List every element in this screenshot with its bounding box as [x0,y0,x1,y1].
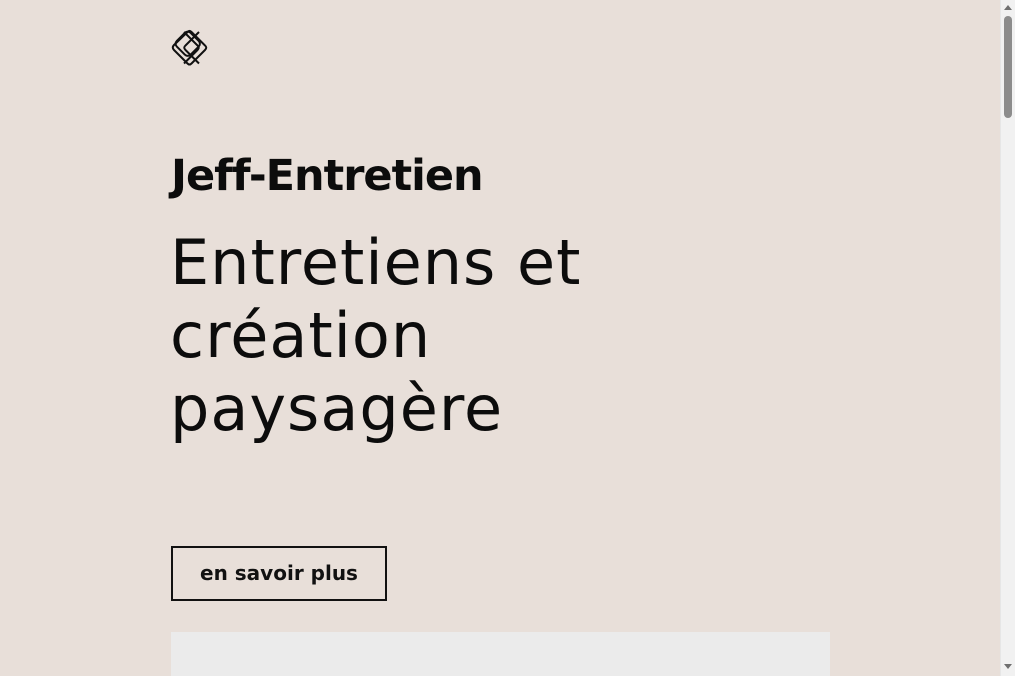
hero-headline: Entretiens et création paysagère [170,226,690,445]
scrollbar-thumb[interactable] [1004,16,1012,118]
headline-line-2: création [170,299,432,372]
brand-name: Jeff-Entretien [171,151,484,201]
headline-line-3: paysagère [170,372,504,445]
headline-line-1: Entretiens et [170,226,582,299]
media-panel [171,632,830,676]
vertical-scrollbar[interactable] [1000,0,1015,676]
learn-more-button[interactable]: en savoir plus [171,546,387,601]
landing-page: Jeff-Entretien Entretiens et création pa… [0,0,1000,676]
scroll-up-arrow-icon[interactable] [1004,5,1012,10]
scroll-down-arrow-icon[interactable] [1004,664,1012,669]
interlocked-diamond-logo-icon[interactable] [170,29,213,66]
